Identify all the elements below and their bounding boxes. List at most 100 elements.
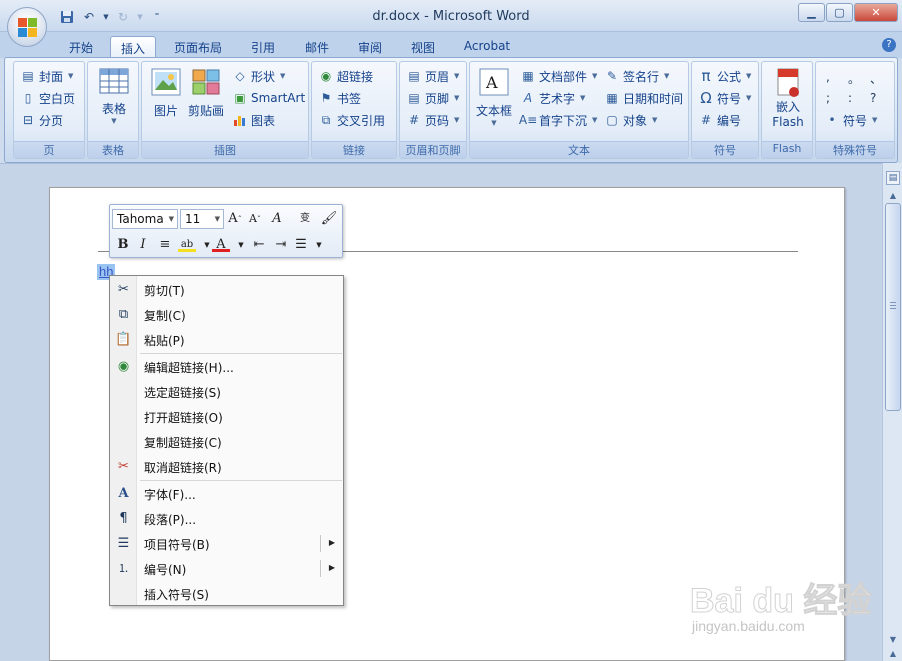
text-box-button[interactable]: A 文本框 ▼	[474, 68, 514, 127]
blank-page-label: 空白页	[39, 91, 76, 106]
footer-button[interactable]: ▤ 页脚 ▼	[406, 88, 459, 108]
close-button[interactable]: ✕	[854, 3, 898, 22]
symbol-label: 符号	[717, 91, 742, 106]
special-char-enumeration-comma[interactable]: 、	[870, 70, 882, 87]
shapes-button[interactable]: ◇ 形状 ▼	[232, 66, 285, 86]
styles-icon[interactable]: A	[268, 210, 286, 228]
prev-page-icon[interactable]: ▲	[886, 647, 900, 661]
object-label: 对象	[623, 113, 648, 128]
signature-line-button[interactable]: ✎ 签名行 ▼	[604, 66, 669, 86]
group-header-footer: ▤ 页眉 ▼ ▤ 页脚 ▼ # 页码 ▼ 页眉和页脚	[399, 61, 467, 159]
menu-item-bullets[interactable]: ☰ 项目符号(B) ▶	[110, 531, 343, 556]
tab-acrobat[interactable]: Acrobat	[456, 36, 518, 58]
object-icon: ▢	[606, 113, 618, 127]
bullets-dropdown-icon[interactable]: ▼	[310, 236, 328, 254]
special-char-colon[interactable]: :	[848, 91, 852, 105]
grow-font-icon[interactable]: Aˆ	[226, 210, 244, 228]
special-char-semicolon[interactable]: ;	[826, 91, 830, 105]
menu-item-numbering[interactable]: ⒈ 编号(N) ▶	[110, 556, 343, 581]
phonetic-guide-icon[interactable]: 变	[296, 210, 314, 228]
menu-item-remove-hyperlink[interactable]: ✂ 取消超链接(R)	[110, 454, 343, 479]
group-page: ▤ 封面 ▼ ▯ 空白页 ⊟ 分页 页	[13, 61, 85, 159]
special-char-comma[interactable]: ,	[826, 70, 830, 84]
bookmark-button[interactable]: ⚑ 书签	[318, 88, 361, 108]
clip-art-button[interactable]: 剪贴画	[186, 68, 226, 119]
font-size-box[interactable]: 11 ▼	[180, 209, 224, 229]
help-icon[interactable]: ?	[882, 38, 896, 52]
tab-page-layout[interactable]: 页面布局	[166, 36, 230, 58]
object-button[interactable]: ▢ 对象 ▼	[604, 110, 657, 130]
chart-button[interactable]: 图表	[232, 110, 275, 130]
format-painter-icon[interactable]: 🖌	[320, 210, 338, 228]
shapes-label: 形状	[251, 69, 276, 84]
date-time-label: 日期和时间	[623, 91, 684, 106]
special-char-question[interactable]: ?	[870, 91, 876, 105]
menu-item-insert-symbol[interactable]: 插入符号(S)	[110, 581, 343, 606]
menu-item-select-hyperlink[interactable]: 选定超链接(S)	[110, 379, 343, 404]
menu-item-copy[interactable]: ⧉ 复制(C)	[110, 302, 343, 327]
tab-references[interactable]: 引用	[240, 36, 286, 58]
menu-item-font[interactable]: A 字体(F)...	[110, 481, 343, 506]
center-align-icon[interactable]: ≡	[156, 236, 174, 254]
special-symbol-label: 符号	[843, 113, 868, 128]
hyperlink-button[interactable]: ◉ 超链接	[318, 66, 373, 86]
menu-item-cut[interactable]: ✂ 剪切(T)	[110, 277, 343, 302]
font-color-icon[interactable]: A	[212, 236, 230, 252]
equation-button[interactable]: π 公式 ▼	[698, 66, 751, 86]
blank-page-button[interactable]: ▯ 空白页	[20, 88, 75, 108]
menu-item-paragraph[interactable]: ¶ 段落(P)...	[110, 506, 343, 531]
ruler-toggle-icon[interactable]: ▤	[886, 171, 900, 185]
page-break-button[interactable]: ⊟ 分页	[20, 110, 63, 130]
tab-mailings[interactable]: 邮件	[294, 36, 340, 58]
picture-label: 图片	[153, 104, 178, 118]
shrink-font-icon[interactable]: Aˇ	[246, 210, 264, 228]
italic-icon[interactable]: I	[134, 236, 152, 254]
window-controls: ▁ ▢ ✕	[798, 3, 898, 22]
table-button[interactable]: 表格 ▼	[98, 68, 130, 125]
symbol-button[interactable]: Ω 符号 ▼	[698, 88, 751, 108]
number-button[interactable]: # 编号	[698, 110, 741, 130]
drop-cap-button[interactable]: A≡ 首字下沉 ▼	[519, 110, 598, 130]
scroll-up-icon[interactable]: ▲	[886, 189, 900, 203]
increase-indent-icon[interactable]: ⇥	[272, 236, 290, 254]
quick-parts-button[interactable]: ▦ 文档部件 ▼	[520, 66, 597, 86]
special-symbol-button[interactable]: • 符号 ▼	[824, 110, 877, 130]
header-button[interactable]: ▤ 页眉 ▼	[406, 66, 459, 86]
maximize-button[interactable]: ▢	[826, 3, 853, 22]
submenu-arrow-icon: ▶	[328, 538, 335, 547]
font-name-box[interactable]: Tahoma ▼	[112, 209, 178, 229]
menu-item-edit-hyperlink[interactable]: ◉ 编辑超链接(H)...	[110, 354, 343, 379]
decrease-indent-icon[interactable]: ⇤	[250, 236, 268, 254]
minimize-button[interactable]: ▁	[798, 3, 825, 22]
scissors-icon: ✂	[118, 282, 129, 297]
bullet-dot-icon: •	[828, 113, 836, 127]
picture-button[interactable]: 图片	[148, 68, 184, 119]
tab-review[interactable]: 审阅	[347, 36, 393, 58]
menu-item-paste[interactable]: 📋 粘贴(P)	[110, 327, 343, 352]
unlink-icon: ✂	[118, 459, 129, 474]
page-number-button[interactable]: # 页码 ▼	[406, 110, 459, 130]
tab-view[interactable]: 视图	[400, 36, 446, 58]
cover-page-button[interactable]: ▤ 封面 ▼	[20, 66, 73, 86]
number-label: 编号	[717, 113, 742, 128]
smartart-button[interactable]: ▣ SmartArt	[232, 88, 305, 108]
menu-item-open-hyperlink[interactable]: 打开超链接(O)	[110, 404, 343, 429]
chart-icon	[232, 112, 248, 128]
wordart-button[interactable]: A 艺术字 ▼	[520, 88, 586, 108]
tab-insert[interactable]: 插入	[110, 36, 156, 58]
cross-reference-button[interactable]: ⧉ 交叉引用	[318, 110, 385, 130]
special-char-period[interactable]: 。	[848, 70, 860, 87]
date-time-button[interactable]: ▦ 日期和时间	[604, 88, 683, 108]
tab-home[interactable]: 开始	[58, 36, 104, 58]
font-color-dropdown-icon[interactable]: ▼	[232, 236, 250, 254]
menu-item-copy-hyperlink[interactable]: 复制超链接(C)	[110, 429, 343, 454]
bold-icon[interactable]: B	[114, 236, 132, 254]
office-button[interactable]	[7, 7, 47, 47]
shapes-icon: ◇	[235, 69, 245, 83]
scroll-thumb[interactable]	[885, 203, 901, 411]
highlight-icon[interactable]: ab	[178, 236, 196, 252]
table-icon	[99, 68, 129, 94]
embed-flash-button[interactable]: 嵌入 Flash	[768, 68, 808, 129]
group-label: 文本	[470, 141, 688, 158]
bullets-icon[interactable]: ☰	[292, 236, 310, 254]
